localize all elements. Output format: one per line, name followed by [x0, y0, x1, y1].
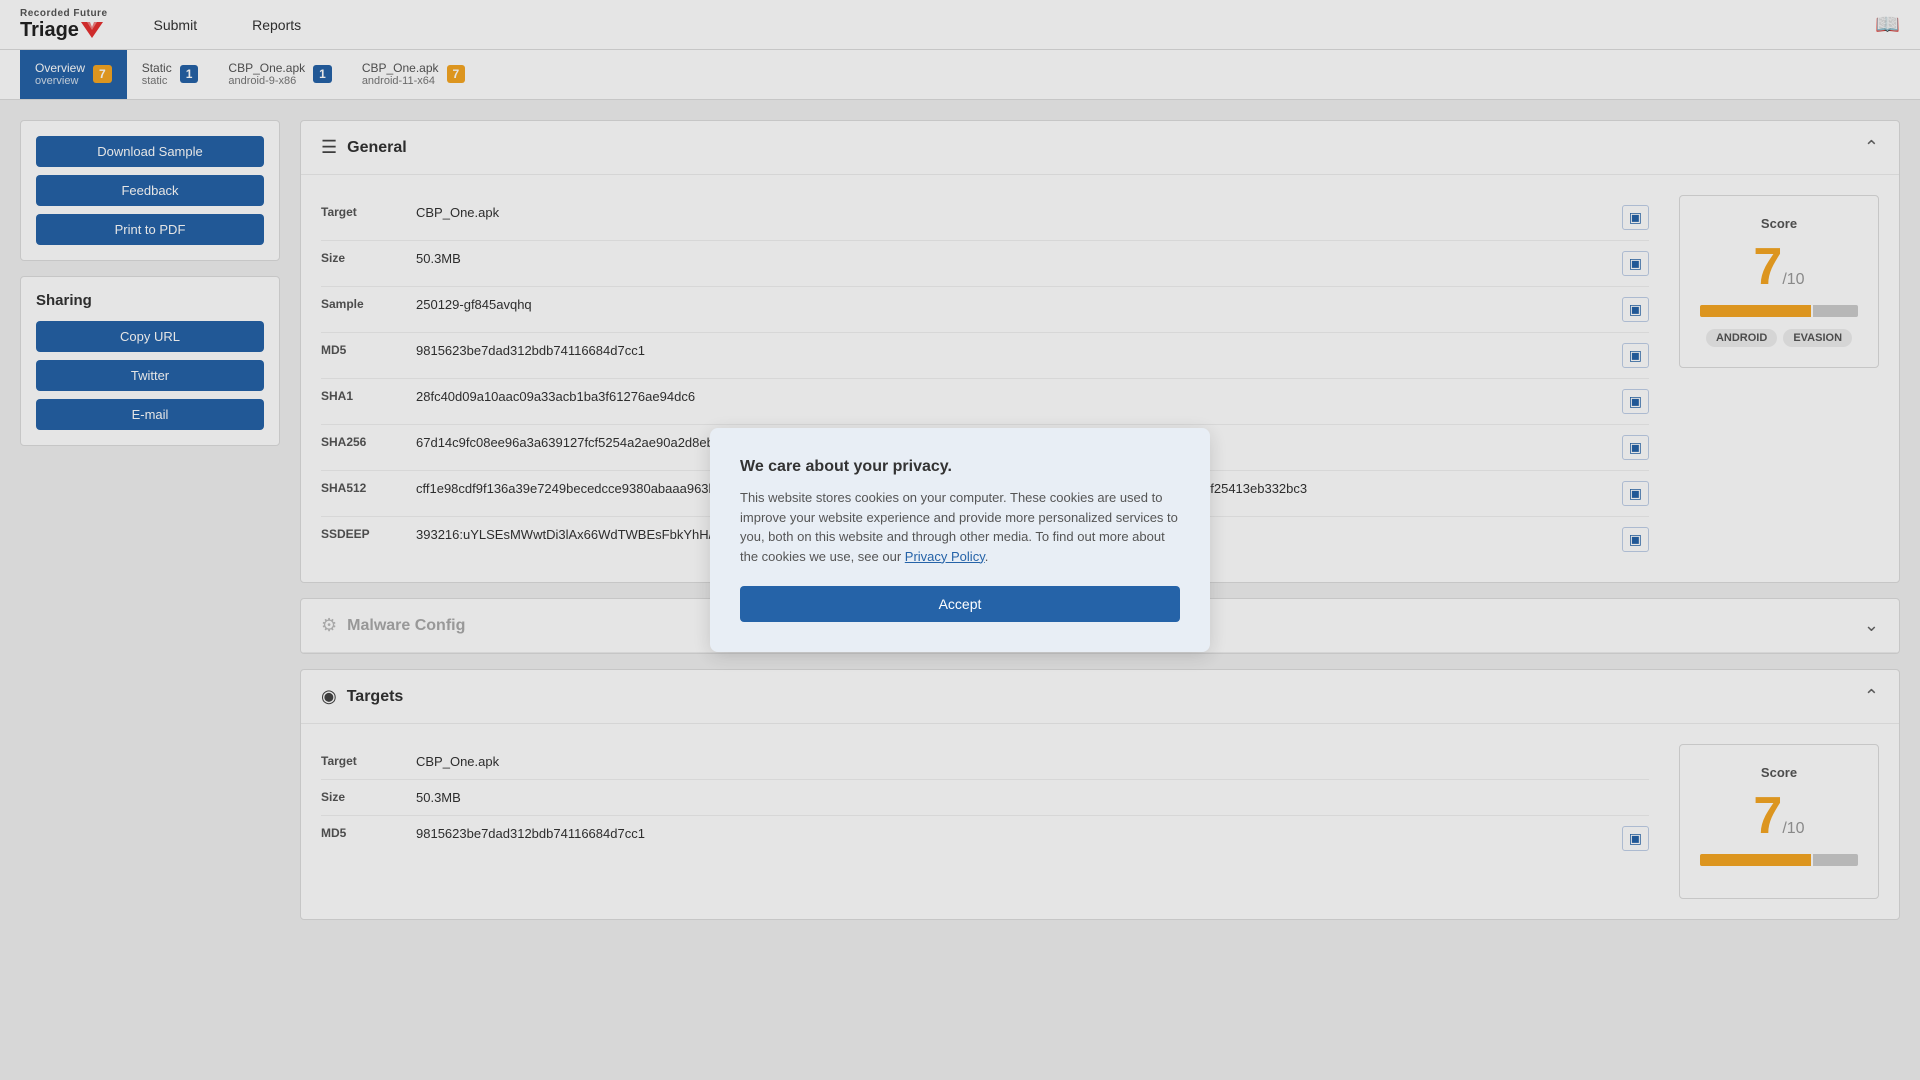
privacy-policy-link[interactable]: Privacy Policy — [905, 549, 985, 564]
cookie-text: This website stores cookies on your comp… — [740, 488, 1180, 566]
cookie-banner: We care about your privacy. This website… — [0, 0, 1920, 1080]
cookie-box: We care about your privacy. This website… — [710, 428, 1210, 652]
cookie-title: We care about your privacy. — [740, 458, 1180, 476]
cookie-accept-button[interactable]: Accept — [740, 586, 1180, 622]
